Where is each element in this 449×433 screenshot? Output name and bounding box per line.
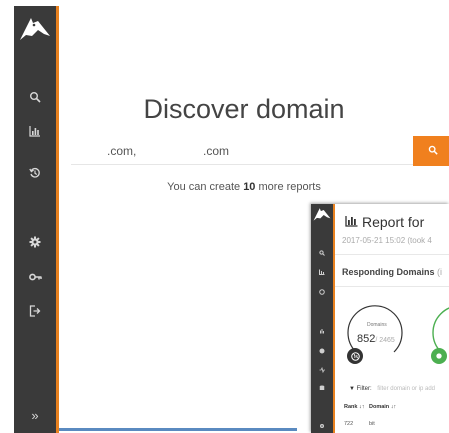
bar-chart-icon[interactable] [311,326,333,336]
responding-label: Responding Domains [342,267,435,277]
domains-gauge-value: 852/ 2465 [357,333,395,345]
filter-input[interactable]: filter domain or ip add [377,386,435,392]
bar-chart-icon[interactable] [311,267,333,277]
logo-icon[interactable] [18,14,52,46]
server-icon [431,348,447,364]
activity-icon[interactable] [311,365,333,375]
domains-count: 852 [357,333,376,345]
bar-chart-icon [345,214,358,230]
bar-chart-icon[interactable] [14,122,56,140]
report-quota-text: You can create 10 more reports [59,181,429,193]
page-title: Discover domain [143,94,345,124]
expand-icon[interactable]: » [14,406,56,424]
report-main: Report for 2017-05-21 15:02 (took 4 Resp… [335,204,449,433]
search-button[interactable] [413,136,449,166]
domains-total: / 2465 [375,337,395,344]
settings-icon[interactable] [14,233,56,251]
column-header-domain[interactable]: Domain ↓↑ [369,404,396,410]
domains-gauge-label: Domains [367,322,387,328]
table-cell-rank: 722 [344,421,354,427]
report-sidebar [311,204,333,433]
report-preview-window[interactable]: Report for 2017-05-21 15:02 (took 4 Resp… [311,204,449,433]
quota-suffix: more reports [255,181,321,193]
divider [335,286,449,287]
domain-search-input[interactable] [71,137,414,165]
filter-label: Filter: [356,386,372,392]
history-icon[interactable] [14,164,56,182]
column-header-rank[interactable]: Rank ↓↑ [344,404,364,410]
search-icon[interactable] [14,88,56,106]
quota-count: 10 [243,181,256,193]
quota-prefix: You can create [167,181,244,193]
divider [335,254,449,255]
filter-row: ▼ Filter: filter domain or ip add [349,386,435,392]
globe-icon [347,348,363,364]
sidebar: » [14,6,56,433]
database-icon[interactable] [311,383,333,393]
table-cell-domain[interactable]: bit [369,421,375,427]
report-title: Report for [345,214,424,230]
key-icon[interactable] [14,268,56,286]
history-icon[interactable] [311,287,333,297]
logo-icon [312,206,332,229]
globe-icon[interactable] [311,346,333,356]
settings-icon[interactable] [311,421,333,431]
responding-domains-heading: Responding Domains (i [342,267,442,277]
report-title-text: Report for [362,214,425,230]
search-icon[interactable] [311,248,333,258]
bottom-progress-line [59,428,297,431]
logout-icon[interactable] [14,302,56,320]
filter-icon: ▼ [349,386,355,392]
responding-suffix: (i [434,267,443,277]
search-icon [428,142,438,160]
report-date: 2017-05-21 15:02 (took 4 [342,236,432,245]
